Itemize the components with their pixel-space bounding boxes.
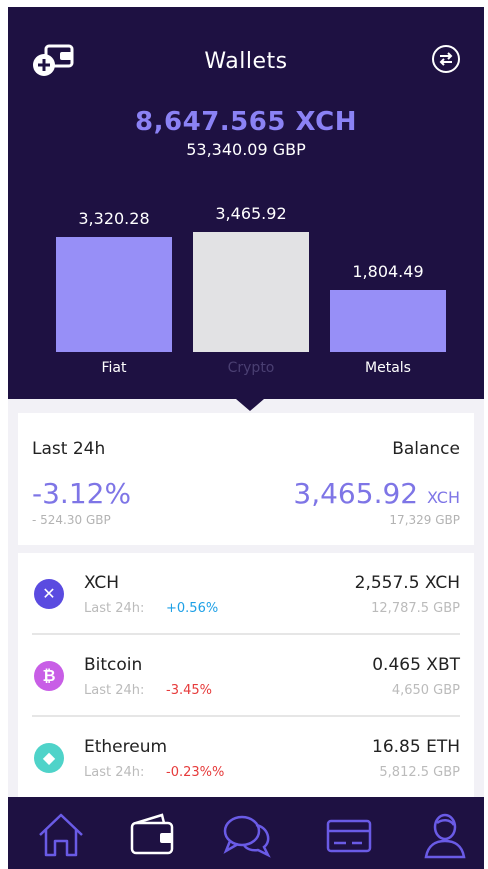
home-icon[interactable] (36, 811, 86, 859)
ethereum-icon: ◆ (34, 743, 64, 773)
asset-last24-label: Last 24h: (84, 683, 145, 698)
bar-category-label: Fiat (101, 360, 127, 376)
asset-name: XCH (84, 573, 120, 593)
bar-value-label: 3,320.28 (78, 209, 150, 229)
last24-label: Last 24h (32, 439, 106, 459)
app-screen: Wallets 8,647.565 XCH 53,340.09 GBP 3,32… (8, 7, 484, 869)
chat-icon[interactable] (222, 811, 272, 859)
balance-gbp: 17,329 GBP (389, 513, 460, 527)
card-icon[interactable] (324, 811, 374, 859)
balance-label: Balance (392, 439, 460, 459)
asset-change: -3.45% (166, 683, 212, 698)
bitcoin-icon: ₿ (34, 661, 64, 691)
change-gbp: - 524.30 GBP (32, 513, 111, 527)
asset-fiat: 12,787.5 GBP (371, 601, 460, 616)
asset-name: Bitcoin (84, 655, 143, 675)
asset-change: -0.23%% (166, 765, 225, 780)
profile-icon[interactable] (420, 811, 470, 859)
asset-row-ethereum[interactable]: ◆ Ethereum Last 24h: -0.23%% 16.85 ETH 5… (18, 717, 474, 799)
asset-last24-label: Last 24h: (84, 601, 145, 616)
asset-fiat: 5,812.5 GBP (379, 765, 460, 780)
asset-row-bitcoin[interactable]: ₿ Bitcoin Last 24h: -3.45% 0.465 XBT 4,6… (18, 635, 474, 717)
asset-list: ✕ XCH Last 24h: +0.56% 2,557.5 XCH 12,78… (18, 553, 474, 803)
bar-category-label: Metals (365, 360, 411, 376)
asset-amount: 0.465 XBT (372, 655, 460, 675)
balance-unit: XCH (427, 488, 460, 507)
bar-value-label: 1,804.49 (352, 261, 424, 281)
bar-crypto[interactable] (193, 232, 309, 352)
change-percent: -3.12% (32, 477, 132, 510)
wallets-header: Wallets 8,647.565 XCH 53,340.09 GBP 3,32… (8, 7, 484, 399)
bar-category-label: Crypto (227, 360, 275, 376)
asset-row-xch[interactable]: ✕ XCH Last 24h: +0.56% 2,557.5 XCH 12,78… (18, 553, 474, 635)
selection-pointer (236, 399, 264, 411)
balance-summary-card: Last 24h Balance -3.12% 3,465.92 XCH - 5… (18, 413, 474, 545)
balance-amount: 3,465.92 (293, 477, 419, 510)
asset-change: +0.56% (166, 601, 219, 616)
asset-fiat: 4,650 GBP (391, 683, 460, 698)
bar-fiat[interactable] (56, 237, 172, 352)
balance-value: 3,465.92 XCH (293, 477, 460, 510)
wallet-icon[interactable] (128, 811, 178, 859)
bar-value-label: 3,465.92 (215, 204, 287, 223)
asset-amount: 16.85 ETH (372, 737, 460, 757)
asset-amount: 2,557.5 XCH (354, 573, 460, 593)
asset-last24-label: Last 24h: (84, 765, 145, 780)
category-bar-chart: 3,320.28 Fiat 3,465.92 Crypto 1,804.49 Metals (8, 7, 484, 399)
bottom-nav (8, 797, 484, 869)
xch-icon: ✕ (34, 579, 64, 609)
asset-name: Ethereum (84, 737, 168, 757)
bar-metals[interactable] (330, 289, 446, 352)
